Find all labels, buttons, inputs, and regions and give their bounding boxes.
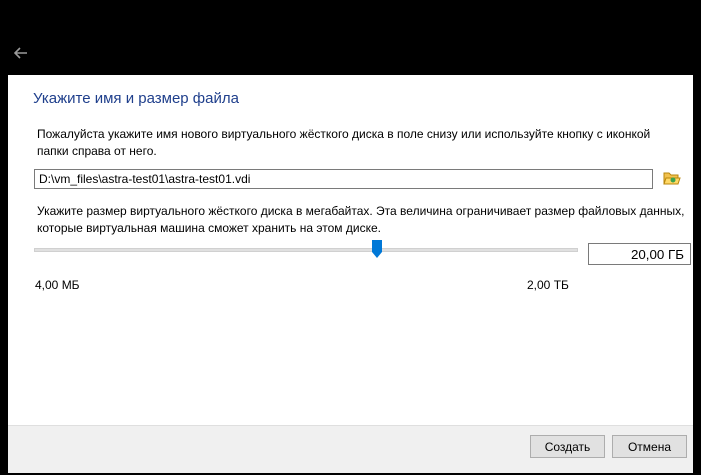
size-slider[interactable] (34, 240, 578, 264)
page-title: Укажите имя и размер файла (33, 90, 239, 107)
create-virtual-disk-dialog: Укажите имя и размер файла Пожалуйста ук… (0, 0, 701, 475)
arrow-left-icon (13, 47, 27, 59)
size-description: Укажите размер виртуального жёсткого дис… (37, 204, 685, 235)
slider-track (34, 248, 578, 252)
size-input[interactable] (588, 243, 691, 265)
size-max-label: 2,00 ТБ (527, 278, 569, 292)
create-button[interactable]: Создать (530, 435, 605, 458)
folder-open-icon (663, 172, 681, 185)
slider-thumb[interactable] (371, 240, 382, 258)
wizard-page: Укажите имя и размер файла Пожалуйста ук… (8, 75, 693, 425)
window-frame-right (693, 0, 701, 475)
intro-text: Пожалуйста укажите имя нового виртуально… (37, 127, 651, 158)
size-min-label: 4,00 МБ (35, 278, 80, 292)
file-path-input[interactable] (34, 169, 653, 189)
dialog-footer: Создать Отмена (8, 425, 693, 475)
choose-file-button[interactable] (663, 170, 683, 190)
window-frame-left (0, 0, 8, 475)
cancel-button[interactable]: Отмена (612, 435, 687, 458)
back-button[interactable] (10, 42, 32, 64)
title-bar (0, 0, 701, 75)
